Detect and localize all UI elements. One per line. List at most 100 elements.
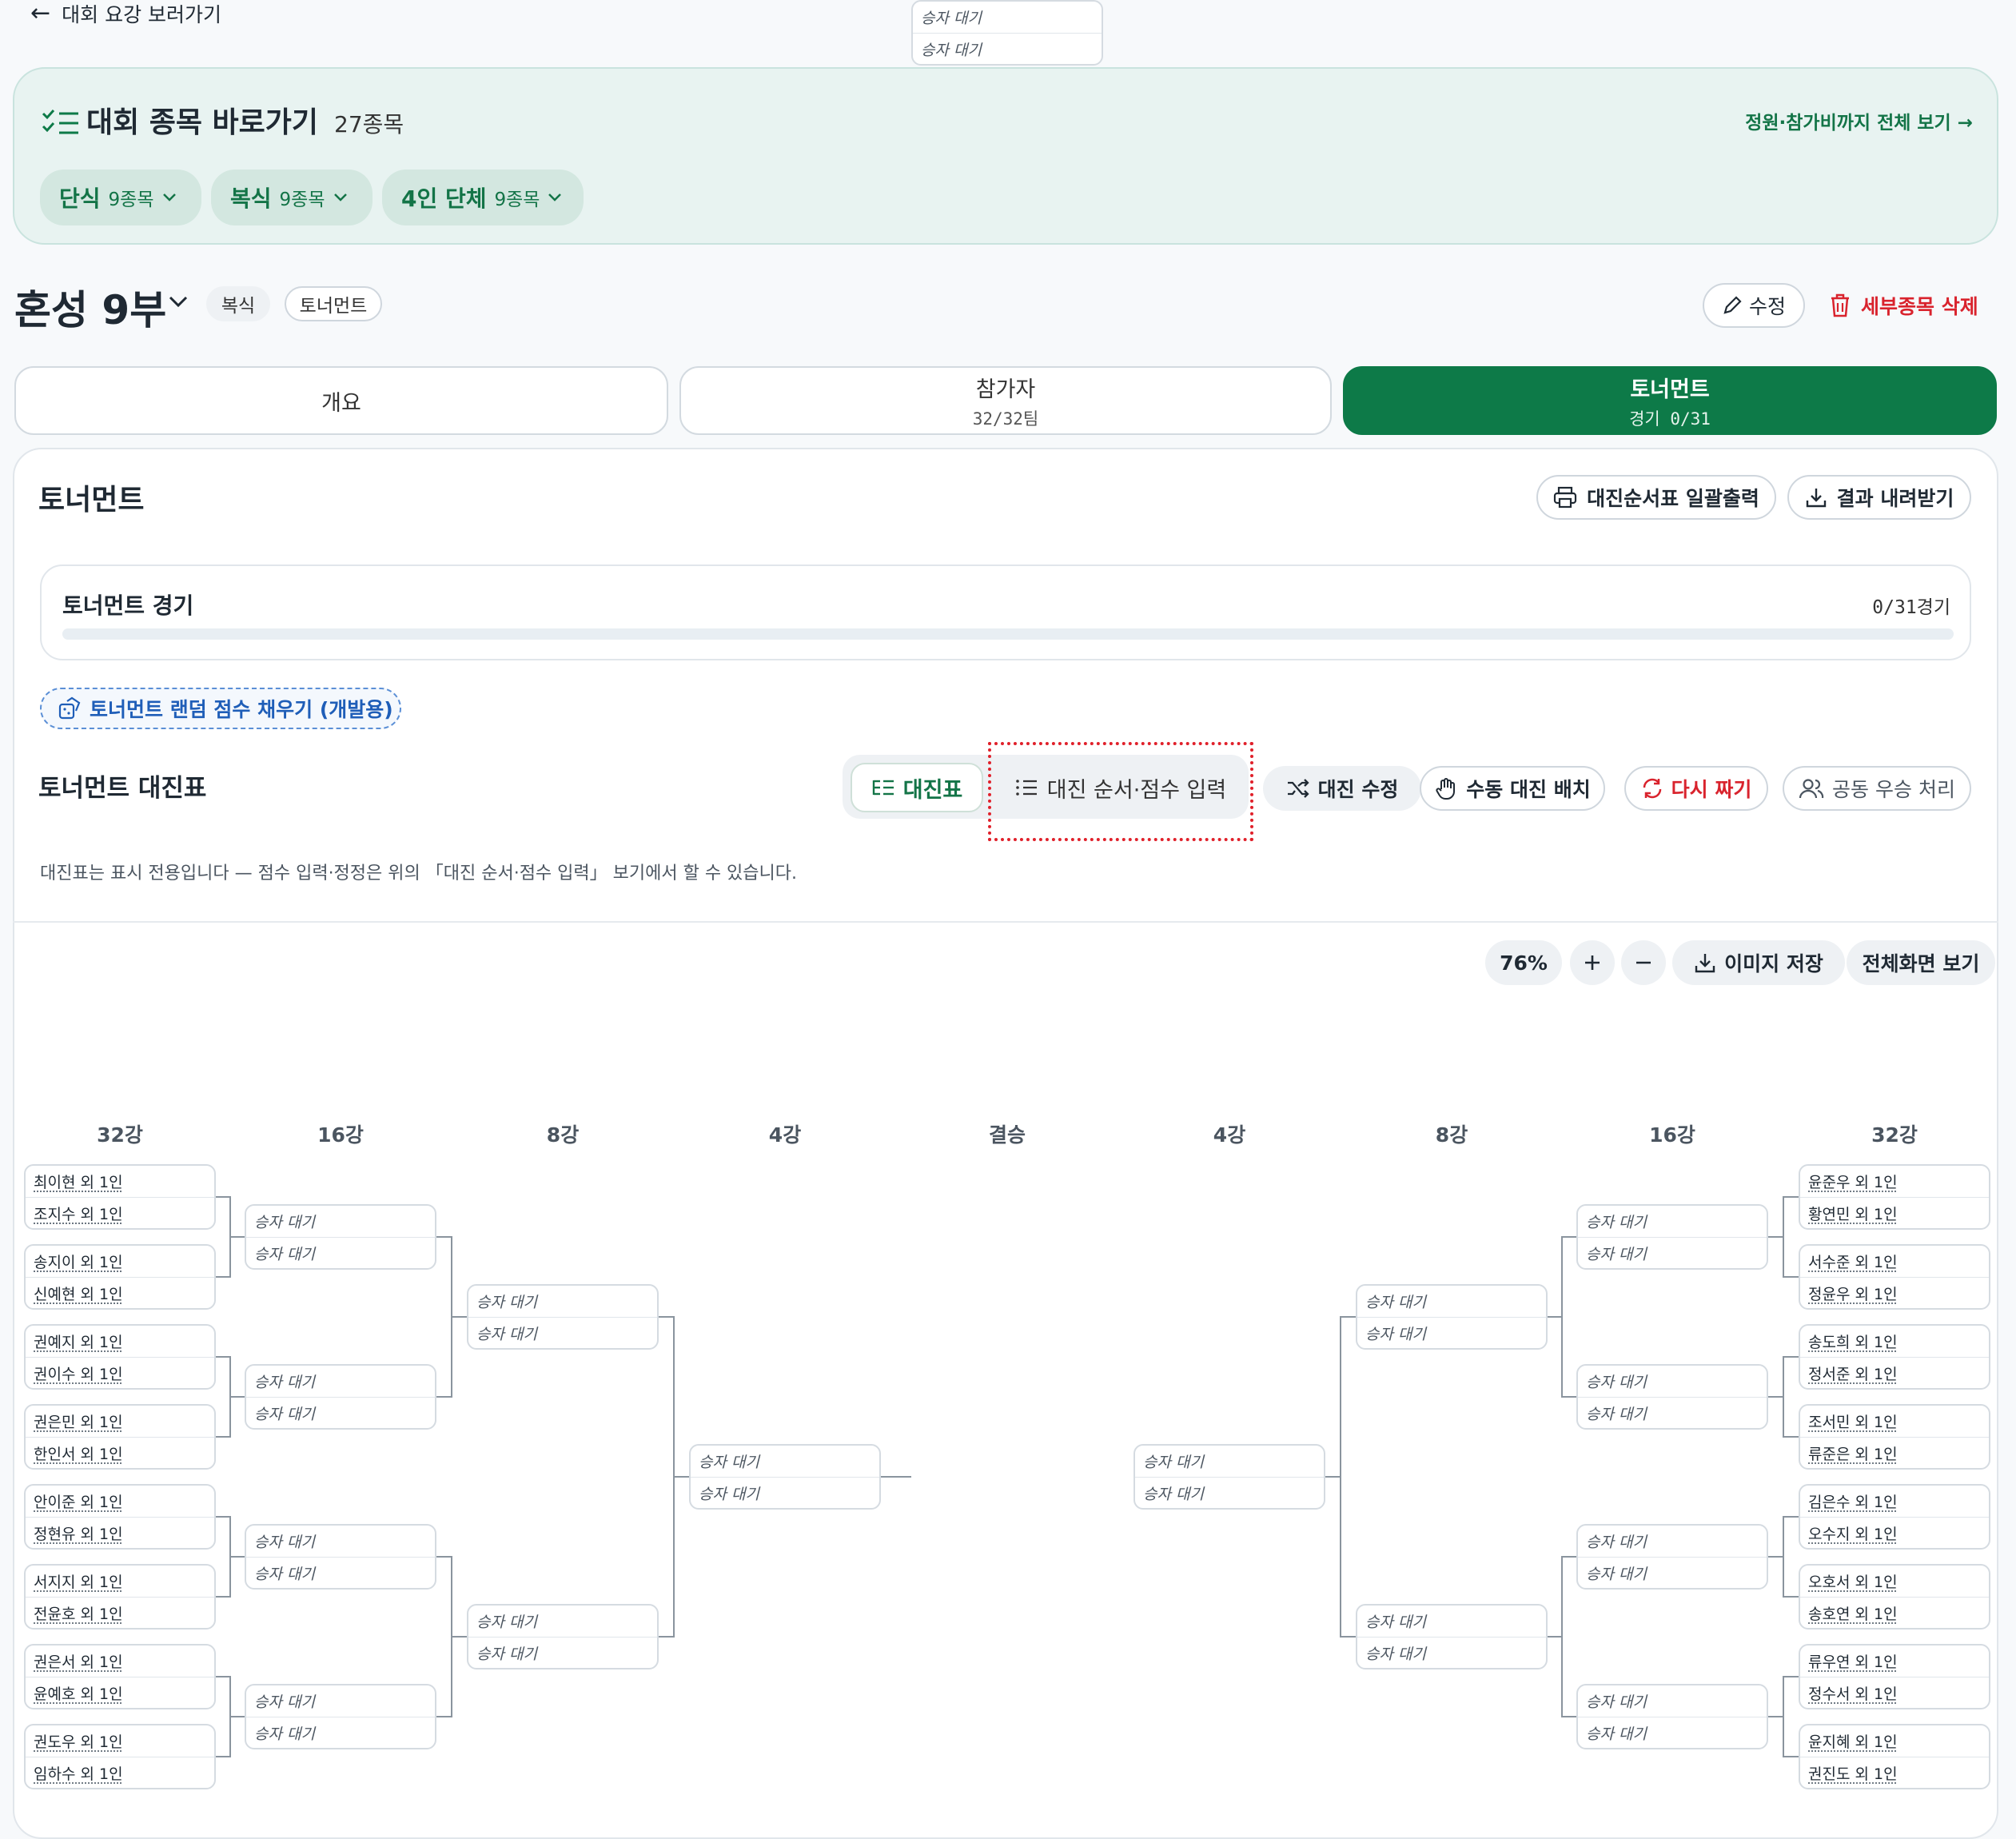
team-name[interactable]: 임하수 외 1인 <box>34 1757 123 1789</box>
pending-slot: 승자 대기 <box>1365 1294 1426 1311</box>
bracket-match[interactable]: 승자 대기 승자 대기 <box>245 1204 436 1270</box>
bracket-match[interactable]: 승자 대기 승자 대기 <box>1576 1364 1768 1430</box>
bracket-match[interactable]: 권은민 외 1인 한인서 외 1인 <box>24 1404 216 1470</box>
zoom-out-button[interactable] <box>1621 940 1666 985</box>
team-name[interactable]: 황연민 외 1인 <box>1808 1198 1898 1229</box>
team-name[interactable]: 한인서 외 1인 <box>34 1438 123 1469</box>
team-name[interactable]: 송지이 외 1인 <box>34 1246 123 1277</box>
tab-tournament[interactable]: 토너먼트 경기 0/31 <box>1343 366 1997 435</box>
bracket-match[interactable]: 안이준 외 1인 정현유 외 1인 <box>24 1484 216 1550</box>
refresh-icon <box>1643 778 1661 799</box>
bracket-match[interactable]: 권은서 외 1인 윤예호 외 1인 <box>24 1644 216 1709</box>
team-name[interactable]: 정현유 외 1인 <box>34 1518 123 1549</box>
team-name[interactable]: 조지수 외 1인 <box>34 1198 123 1229</box>
pending-slot: 승자 대기 <box>1586 1214 1647 1231</box>
bracket-match[interactable]: 승자 대기 승자 대기 <box>467 1284 659 1350</box>
fullscreen-button[interactable]: 전체화면 보기 <box>1847 940 1995 985</box>
bracket-match[interactable]: 승자 대기 승자 대기 <box>245 1684 436 1749</box>
bracket-match[interactable]: 서수준 외 1인 정윤우 외 1인 <box>1799 1244 1990 1310</box>
team-name[interactable]: 권예지 외 1인 <box>34 1326 123 1357</box>
bracket-match[interactable]: 권도우 외 1인 임하수 외 1인 <box>24 1724 216 1789</box>
team-name[interactable]: 류준은 외 1인 <box>1808 1438 1898 1469</box>
type-tag: 복식 <box>206 286 270 321</box>
bracket-match[interactable]: 승자 대기 승자 대기 <box>467 1604 659 1669</box>
team-name[interactable]: 조서민 외 1인 <box>1808 1406 1898 1437</box>
team-name[interactable]: 윤예호 외 1인 <box>34 1677 123 1709</box>
manual-draw-button[interactable]: 수동 대진 배치 <box>1420 766 1605 811</box>
team-name[interactable]: 정서준 외 1인 <box>1808 1358 1898 1389</box>
back-link-label: 대회 요강 보러가기 <box>62 3 222 26</box>
bracket-match[interactable]: 승자 대기 승자 대기 <box>1356 1604 1548 1669</box>
bracket-match[interactable]: 승자 대기 승자 대기 <box>1576 1204 1768 1270</box>
random-score-dev-button[interactable]: 토너먼트 랜덤 점수 채우기 (개발용) <box>40 688 401 729</box>
team-name[interactable]: 권이수 외 1인 <box>34 1358 123 1389</box>
doubles-chip[interactable]: 복식 9종목 <box>211 170 373 225</box>
team-name[interactable]: 서지지 외 1인 <box>34 1566 123 1597</box>
view-all-link[interactable]: 정원·참가비까지 전체 보기 → <box>1745 107 1973 134</box>
bracket-match[interactable]: 류우연 외 1인 정수서 외 1인 <box>1799 1644 1990 1709</box>
bracket-match[interactable]: 권예지 외 1인 권이수 외 1인 <box>24 1324 216 1390</box>
team-name[interactable]: 윤준우 외 1인 <box>1808 1166 1898 1197</box>
bracket-match[interactable]: 승자 대기 승자 대기 <box>911 0 1103 66</box>
team-name[interactable]: 전윤호 외 1인 <box>34 1598 123 1629</box>
team-name[interactable]: 김은수 외 1인 <box>1808 1486 1898 1517</box>
tab-participants[interactable]: 참가자 32/32팀 <box>679 366 1332 435</box>
team-name[interactable]: 류우연 외 1인 <box>1808 1646 1898 1677</box>
redraw-button[interactable]: 다시 짜기 <box>1624 766 1768 811</box>
back-link[interactable]: ← 대회 요강 보러가기 <box>30 0 221 27</box>
download-results-button[interactable]: 결과 내려받기 <box>1787 475 1971 520</box>
bracket-match[interactable]: 오호서 외 1인 송호연 외 1인 <box>1799 1564 1990 1630</box>
team-name[interactable]: 권은서 외 1인 <box>34 1646 123 1677</box>
pending-slot: 승자 대기 <box>1143 1454 1204 1471</box>
pending-slot: 승자 대기 <box>254 1566 315 1583</box>
team-name[interactable]: 서수준 외 1인 <box>1808 1246 1898 1277</box>
bracket-view-label: 대진표 <box>902 777 963 803</box>
team-name[interactable]: 안이준 외 1인 <box>34 1486 123 1517</box>
bracket-match[interactable]: 윤준우 외 1인 황연민 외 1인 <box>1799 1164 1990 1230</box>
team-name[interactable]: 송도희 외 1인 <box>1808 1326 1898 1357</box>
pending-slot: 승자 대기 <box>476 1326 537 1343</box>
bracket-match[interactable]: 송도희 외 1인 정서준 외 1인 <box>1799 1324 1990 1390</box>
save-image-button[interactable]: 이미지 저장 <box>1672 940 1845 985</box>
team-name[interactable]: 정수서 외 1인 <box>1808 1677 1898 1709</box>
team-name[interactable]: 오호서 외 1인 <box>1808 1566 1898 1597</box>
bracket-match[interactable]: 윤지혜 외 1인 권진도 외 1인 <box>1799 1724 1990 1789</box>
team-name[interactable]: 송호연 외 1인 <box>1808 1598 1898 1629</box>
bracket-match[interactable]: 승자 대기 승자 대기 <box>245 1524 436 1590</box>
team-name[interactable]: 권도우 외 1인 <box>34 1725 123 1757</box>
bracket-match[interactable]: 승자 대기 승자 대기 <box>689 1444 881 1510</box>
pencil-icon <box>1723 296 1742 314</box>
edit-draw-button[interactable]: 대진 수정 <box>1263 766 1421 811</box>
team-name[interactable]: 권진도 외 1인 <box>1808 1757 1898 1789</box>
bracket-view-button[interactable]: 대진표 <box>851 763 983 812</box>
bracket-match[interactable]: 승자 대기 승자 대기 <box>1134 1444 1325 1510</box>
bracket-match[interactable]: 송지이 외 1인 신예현 외 1인 <box>24 1244 216 1310</box>
delete-event-button[interactable]: 세부종목 삭제 <box>1829 285 1978 326</box>
bracket-match[interactable]: 조서민 외 1인 류준은 외 1인 <box>1799 1404 1990 1470</box>
download-icon <box>1806 489 1826 508</box>
team-chip[interactable]: 4인 단체 9종목 <box>382 170 584 225</box>
delete-label: 세부종목 삭제 <box>1861 295 1978 318</box>
tab-overview[interactable]: 개요 <box>14 366 668 435</box>
bracket-match[interactable]: 김은수 외 1인 오수지 외 1인 <box>1799 1484 1990 1550</box>
team-name[interactable]: 윤지혜 외 1인 <box>1808 1725 1898 1757</box>
bracket-match[interactable]: 승자 대기 승자 대기 <box>1576 1524 1768 1590</box>
chevron-down-icon[interactable] <box>168 294 189 309</box>
division-title[interactable]: 혼성 9부 <box>14 278 166 336</box>
bracket-match[interactable]: 서지지 외 1인 전윤호 외 1인 <box>24 1564 216 1630</box>
team-name[interactable]: 최이현 외 1인 <box>34 1166 123 1197</box>
bracket-match[interactable]: 최이현 외 1인 조지수 외 1인 <box>24 1164 216 1230</box>
team-name[interactable]: 오수지 외 1인 <box>1808 1518 1898 1549</box>
bracket-match[interactable]: 승자 대기 승자 대기 <box>245 1364 436 1430</box>
team-name[interactable]: 정윤우 외 1인 <box>1808 1278 1898 1309</box>
edit-button[interactable]: 수정 <box>1703 283 1805 328</box>
team-name[interactable]: 권은민 외 1인 <box>34 1406 123 1437</box>
bracket-match[interactable]: 승자 대기 승자 대기 <box>1576 1684 1768 1749</box>
team-name[interactable]: 신예현 외 1인 <box>34 1278 123 1309</box>
bracket-match[interactable]: 승자 대기 승자 대기 <box>1356 1284 1548 1350</box>
print-order-button[interactable]: 대진순서표 일괄출력 <box>1536 475 1776 520</box>
zoom-in-button[interactable] <box>1570 940 1615 985</box>
singles-chip[interactable]: 단식 9종목 <box>40 170 201 225</box>
joint-win-button[interactable]: 공동 우승 처리 <box>1783 766 1971 811</box>
edit-draw-label: 대진 수정 <box>1317 778 1399 801</box>
